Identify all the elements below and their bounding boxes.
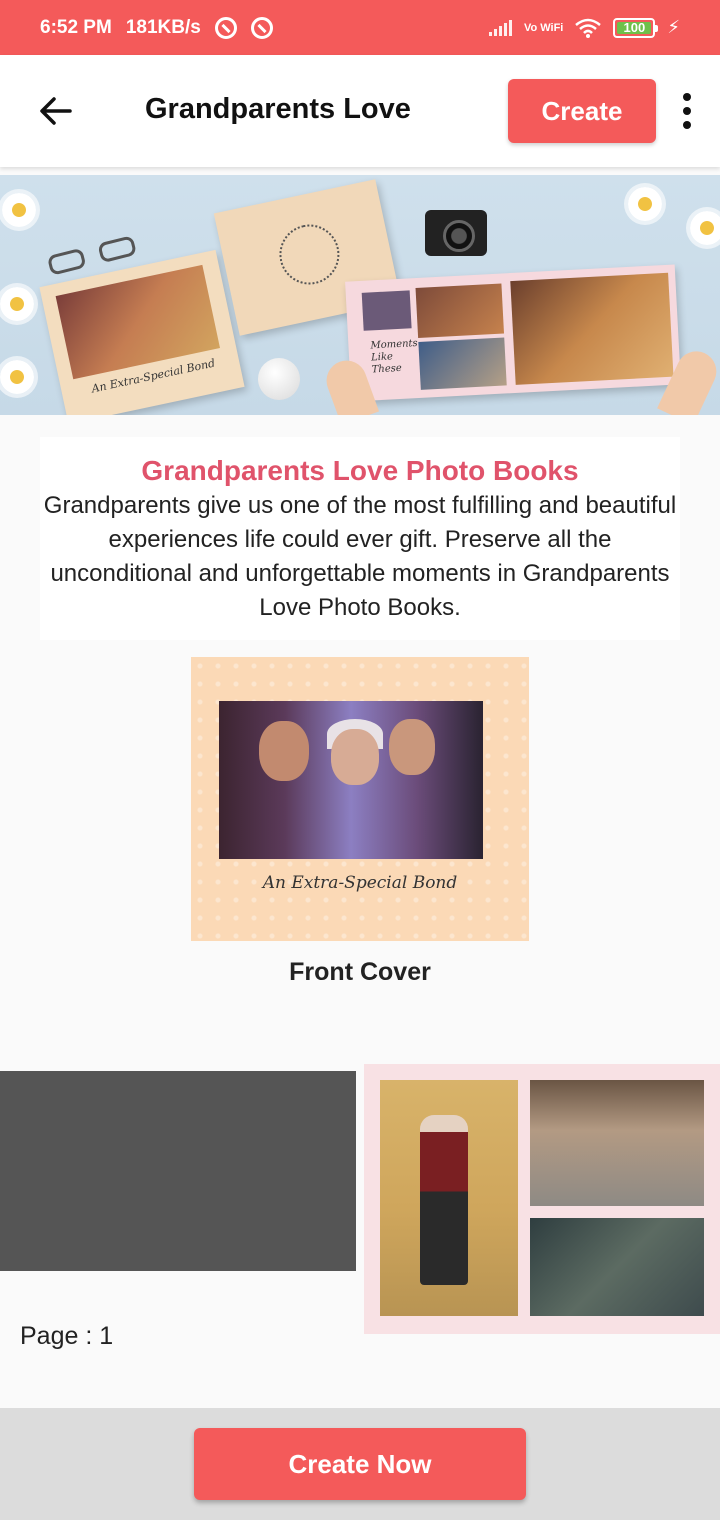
ball-decoration	[258, 358, 300, 400]
front-cover-preview[interactable]: An Extra-Special Bond	[191, 657, 529, 941]
banner-image: An Extra-Special Bond Moments Like These	[0, 175, 720, 415]
daisy-decoration	[690, 211, 720, 245]
battery-level: 100	[623, 20, 646, 35]
photo-book-spread: Moments Like These	[345, 264, 681, 402]
page-left-preview[interactable]	[0, 1071, 356, 1271]
front-cover-photo	[219, 701, 483, 859]
create-button[interactable]: Create	[508, 79, 656, 143]
back-arrow-icon[interactable]	[36, 91, 76, 131]
front-cover-label: Front Cover	[289, 958, 431, 986]
front-cover-caption: An Extra-Special Bond	[262, 873, 458, 893]
description-body: Grandparents give us one of the most ful…	[43, 492, 677, 621]
page-photo	[530, 1080, 704, 1206]
data-saver-icon-2	[250, 16, 273, 39]
daisy-decoration	[628, 187, 662, 221]
charging-icon: ⚡	[667, 17, 680, 37]
status-time: 6:52 PM	[40, 16, 112, 38]
description-title: Grandparents Love Photo Books	[141, 455, 579, 486]
app-bar: Grandparents Love Create	[0, 55, 720, 167]
description-card: Grandparents Love Photo Books Grandparen…	[40, 437, 680, 640]
status-bar: 6:52 PM 181KB/s Vo WiFi 100 ⚡	[0, 0, 720, 55]
page-right-preview[interactable]	[364, 1064, 720, 1334]
status-speed: 181KB/s	[125, 16, 201, 38]
page-photo	[530, 1218, 704, 1316]
vowifi-label: Vo WiFi	[523, 21, 564, 34]
daisy-decoration	[2, 193, 36, 227]
signal-icon	[488, 19, 512, 36]
page-title: Grandparents Love	[145, 93, 411, 125]
daisy-decoration	[0, 287, 34, 321]
wifi-icon	[575, 18, 602, 38]
page-number-label: Page : 1	[20, 1322, 114, 1350]
bottom-bar: Create Now	[0, 1408, 720, 1520]
more-options-icon[interactable]	[680, 93, 694, 129]
battery-icon: 100	[613, 17, 659, 38]
daisy-decoration	[0, 360, 34, 394]
page-photo	[380, 1080, 518, 1316]
camera-decoration	[425, 210, 487, 256]
data-saver-icon	[214, 16, 237, 39]
banner-spread-caption: Moments Like These	[370, 338, 418, 376]
create-now-button[interactable]: Create Now	[194, 1428, 526, 1500]
